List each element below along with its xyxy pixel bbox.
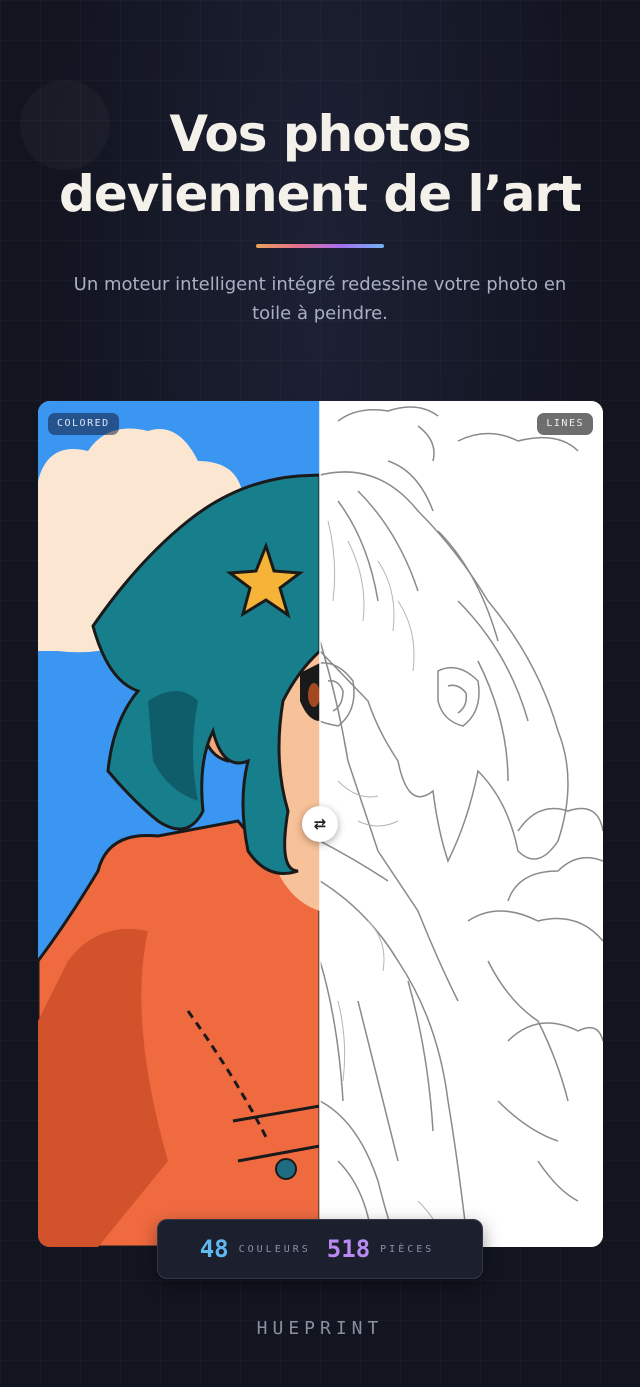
- swap-horizontal-icon: ⇄: [313, 815, 327, 833]
- line-background: [320, 401, 603, 1247]
- colored-label: COLORED: [48, 413, 119, 435]
- comparison-slider-handle[interactable]: ⇄: [302, 806, 338, 842]
- brand-wordmark: HUEPRINT: [256, 1318, 384, 1339]
- lines-label: LINES: [537, 413, 593, 435]
- subtitle: Un moteur intelligent intégré redessine …: [73, 274, 567, 324]
- colors-count: 48: [199, 1235, 229, 1263]
- eye-iris: [308, 683, 320, 707]
- before-after-comparison[interactable]: COLORED LINES ⇄: [38, 401, 603, 1247]
- page-title: Vos photos deviennent de l’art: [0, 104, 640, 224]
- stats-badge: 48 COULEURS 518 PIÈCES: [157, 1219, 483, 1279]
- pieces-label: PIÈCES: [380, 1243, 435, 1255]
- pieces-count: 518: [326, 1235, 371, 1263]
- jacket-button: [275, 1158, 297, 1180]
- colors-label: COULEURS: [238, 1243, 311, 1255]
- title-line-2: deviennent de l’art: [59, 165, 582, 223]
- title-line-1: Vos photos: [169, 105, 471, 163]
- line-illustration: [320, 401, 603, 1247]
- gradient-divider: [256, 244, 384, 248]
- colored-illustration: [38, 401, 320, 1247]
